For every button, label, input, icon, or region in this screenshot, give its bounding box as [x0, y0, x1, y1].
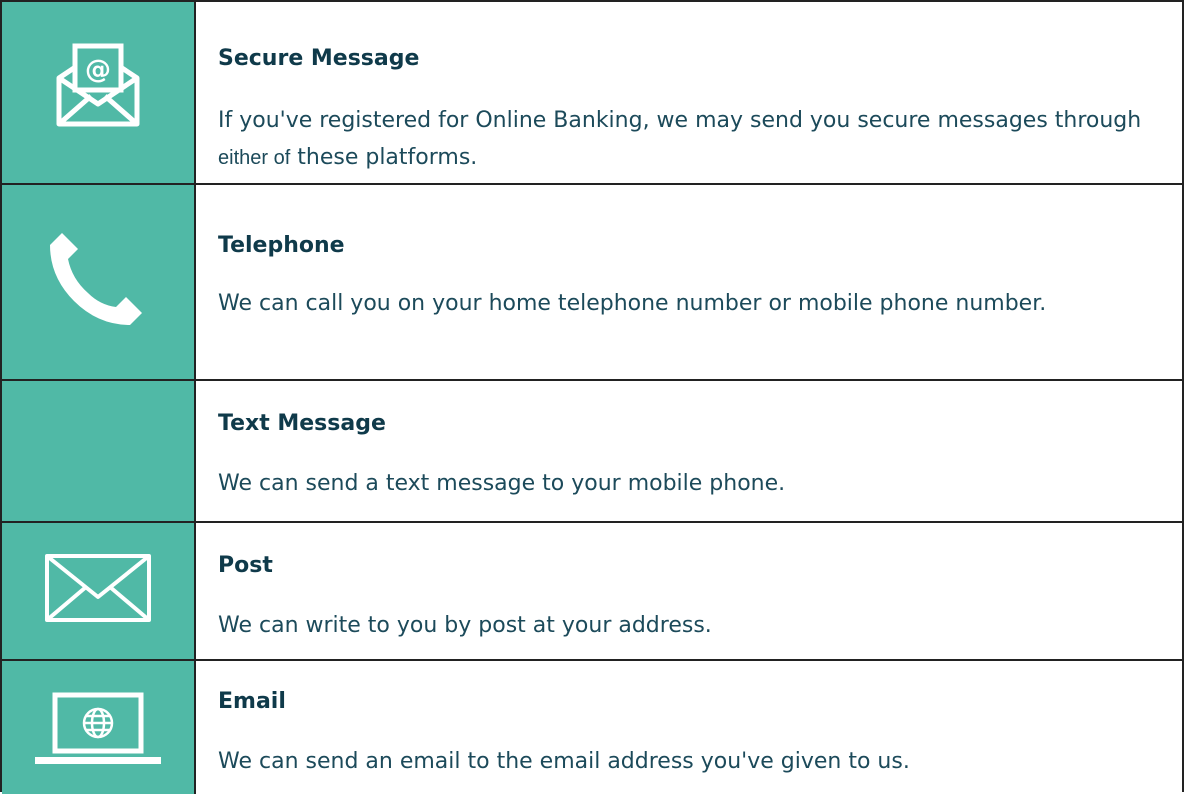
contact-row-telephone: Telephone We can call you on your home t… [2, 185, 1182, 381]
icon-cell: @ [2, 2, 196, 183]
envelope-icon [45, 554, 151, 622]
text-cell: Post We can write to you by post at your… [196, 523, 1182, 659]
contact-row-email: Email We can send an email to the email … [2, 661, 1182, 794]
description-text: If you've registered for Online Banking,… [218, 108, 1142, 133]
contact-row-text-message: Text Message We can send a text message … [2, 381, 1182, 523]
contact-row-post: Post We can write to you by post at your… [2, 523, 1182, 661]
contact-methods-table: @ Secure Message If you've registered fo… [0, 0, 1184, 794]
row-title: Secure Message [218, 46, 420, 71]
row-title: Text Message [218, 411, 386, 436]
row-description: We can send an email to the email addres… [218, 749, 910, 774]
envelope-at-icon: @ [56, 43, 140, 127]
row-description: We can call you on your home telephone n… [218, 291, 1047, 316]
row-title: Telephone [218, 233, 345, 258]
description-text-emphasis: either of [218, 147, 291, 169]
icon-cell [2, 523, 196, 659]
row-description: We can send a text message to your mobil… [218, 471, 786, 496]
row-title: Email [218, 689, 286, 714]
text-cell: Telephone We can call you on your home t… [196, 185, 1182, 379]
icon-cell [2, 381, 196, 521]
icon-cell [2, 185, 196, 379]
svg-text:@: @ [85, 55, 111, 85]
telephone-handset-icon [50, 229, 146, 325]
contact-row-secure-message: @ Secure Message If you've registered fo… [2, 2, 1182, 185]
row-title: Post [218, 553, 273, 578]
text-cell: Email We can send an email to the email … [196, 661, 1182, 794]
row-description: If you've registered for Online Banking,… [218, 102, 1152, 177]
laptop-globe-icon [35, 692, 161, 764]
text-cell: Text Message We can send a text message … [196, 381, 1182, 521]
icon-cell [2, 661, 196, 794]
row-description: We can write to you by post at your addr… [218, 613, 712, 638]
text-cell: Secure Message If you've registered for … [196, 2, 1182, 183]
description-text-end: these platforms. [290, 145, 478, 170]
